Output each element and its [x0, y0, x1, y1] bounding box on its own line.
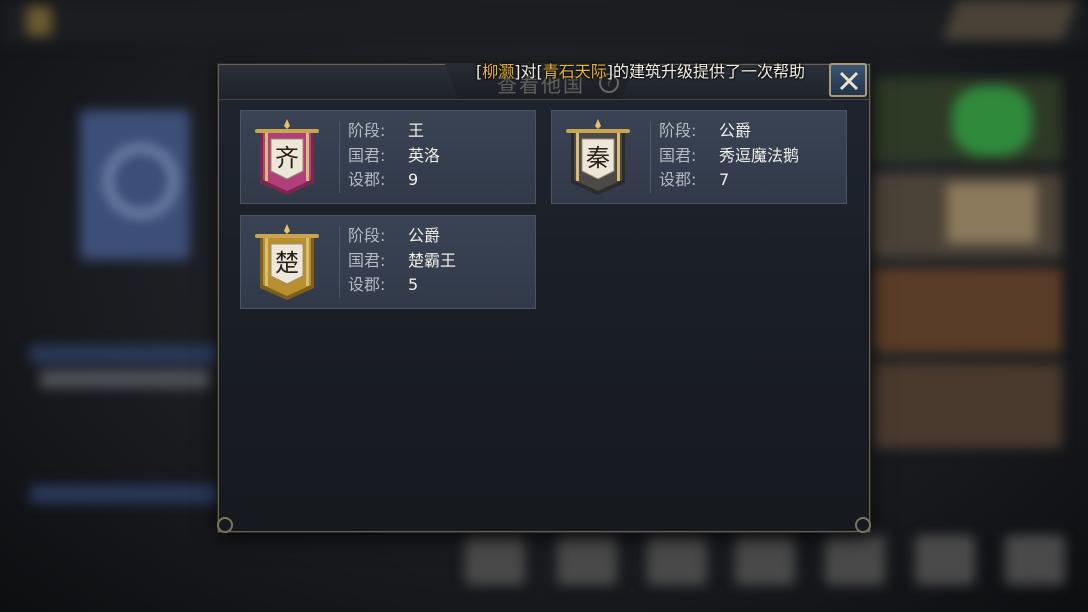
stage-value: 王 — [408, 121, 425, 140]
counties-label: 设郡: — [348, 170, 386, 189]
top-bar — [0, 0, 1088, 44]
right-panel-card — [872, 78, 1062, 163]
close-button[interactable] — [829, 63, 867, 97]
corner-ornament — [855, 517, 871, 533]
toolbar-icon — [915, 535, 975, 585]
country-card[interactable]: 齐 阶段: 王 国君: 英洛 设郡: 9 — [240, 110, 536, 204]
country-banner-icon: 楚 — [255, 224, 319, 300]
country-character: 楚 — [275, 249, 299, 277]
toolbar-icon — [647, 535, 707, 585]
notice-player-name[interactable]: 柳灏 — [482, 62, 514, 81]
right-panel-card — [872, 363, 1062, 448]
country-card[interactable]: 楚 阶段: 公爵 国君: 楚霸王 设郡: 5 — [240, 215, 536, 309]
close-icon — [839, 71, 859, 91]
country-character: 秦 — [586, 144, 610, 172]
monarch-value: 英洛 — [408, 145, 441, 165]
country-character: 齐 — [275, 144, 299, 172]
left-panel-strip — [30, 345, 220, 363]
left-panel-strip — [30, 485, 220, 503]
counties-label: 设郡: — [348, 275, 386, 294]
counties-label: 设郡: — [659, 170, 697, 189]
stage-label: 阶段: — [348, 226, 386, 245]
country-banner-icon: 齐 — [255, 119, 319, 195]
stage-label: 阶段: — [348, 121, 386, 140]
monarch-label: 国君: — [659, 145, 697, 165]
right-panel-card — [872, 268, 1062, 353]
monarch-value: 楚霸王 — [408, 250, 457, 270]
top-right-decoration — [942, 0, 1078, 40]
counties-value: 9 — [408, 170, 419, 189]
monarch-label: 国君: — [348, 250, 386, 270]
help-notice-banner: [柳灏]对[青石天际]的建筑升级提供了一次帮助 — [476, 62, 806, 81]
stage-value: 公爵 — [719, 121, 752, 140]
left-panel-row — [40, 370, 210, 388]
bottom-toolbar — [465, 535, 1065, 595]
monarch-value: 秀逗魔法鹅 — [719, 145, 800, 165]
right-panel — [872, 78, 1062, 458]
toolbar-icon — [557, 535, 617, 585]
stage-label: 阶段: — [659, 121, 697, 140]
toolbar-icon — [825, 535, 885, 585]
toolbar-icon — [735, 535, 795, 585]
background-banner — [80, 110, 190, 260]
notice-target-name[interactable]: 青石天际 — [543, 62, 607, 81]
country-card[interactable]: 秦 阶段: 公爵 国君: 秀逗魔法鹅 设郡: 7 — [551, 110, 847, 204]
country-banner-icon: 秦 — [566, 119, 630, 195]
corner-ornament — [217, 517, 233, 533]
game-logo-icon — [26, 6, 52, 36]
monarch-label: 国君: — [348, 145, 386, 165]
toolbar-icon — [1005, 535, 1065, 585]
toolbar-icon — [465, 535, 525, 585]
counties-value: 5 — [408, 275, 419, 294]
counties-value: 7 — [719, 170, 730, 189]
stage-value: 公爵 — [408, 226, 441, 245]
right-panel-card — [872, 173, 1062, 258]
